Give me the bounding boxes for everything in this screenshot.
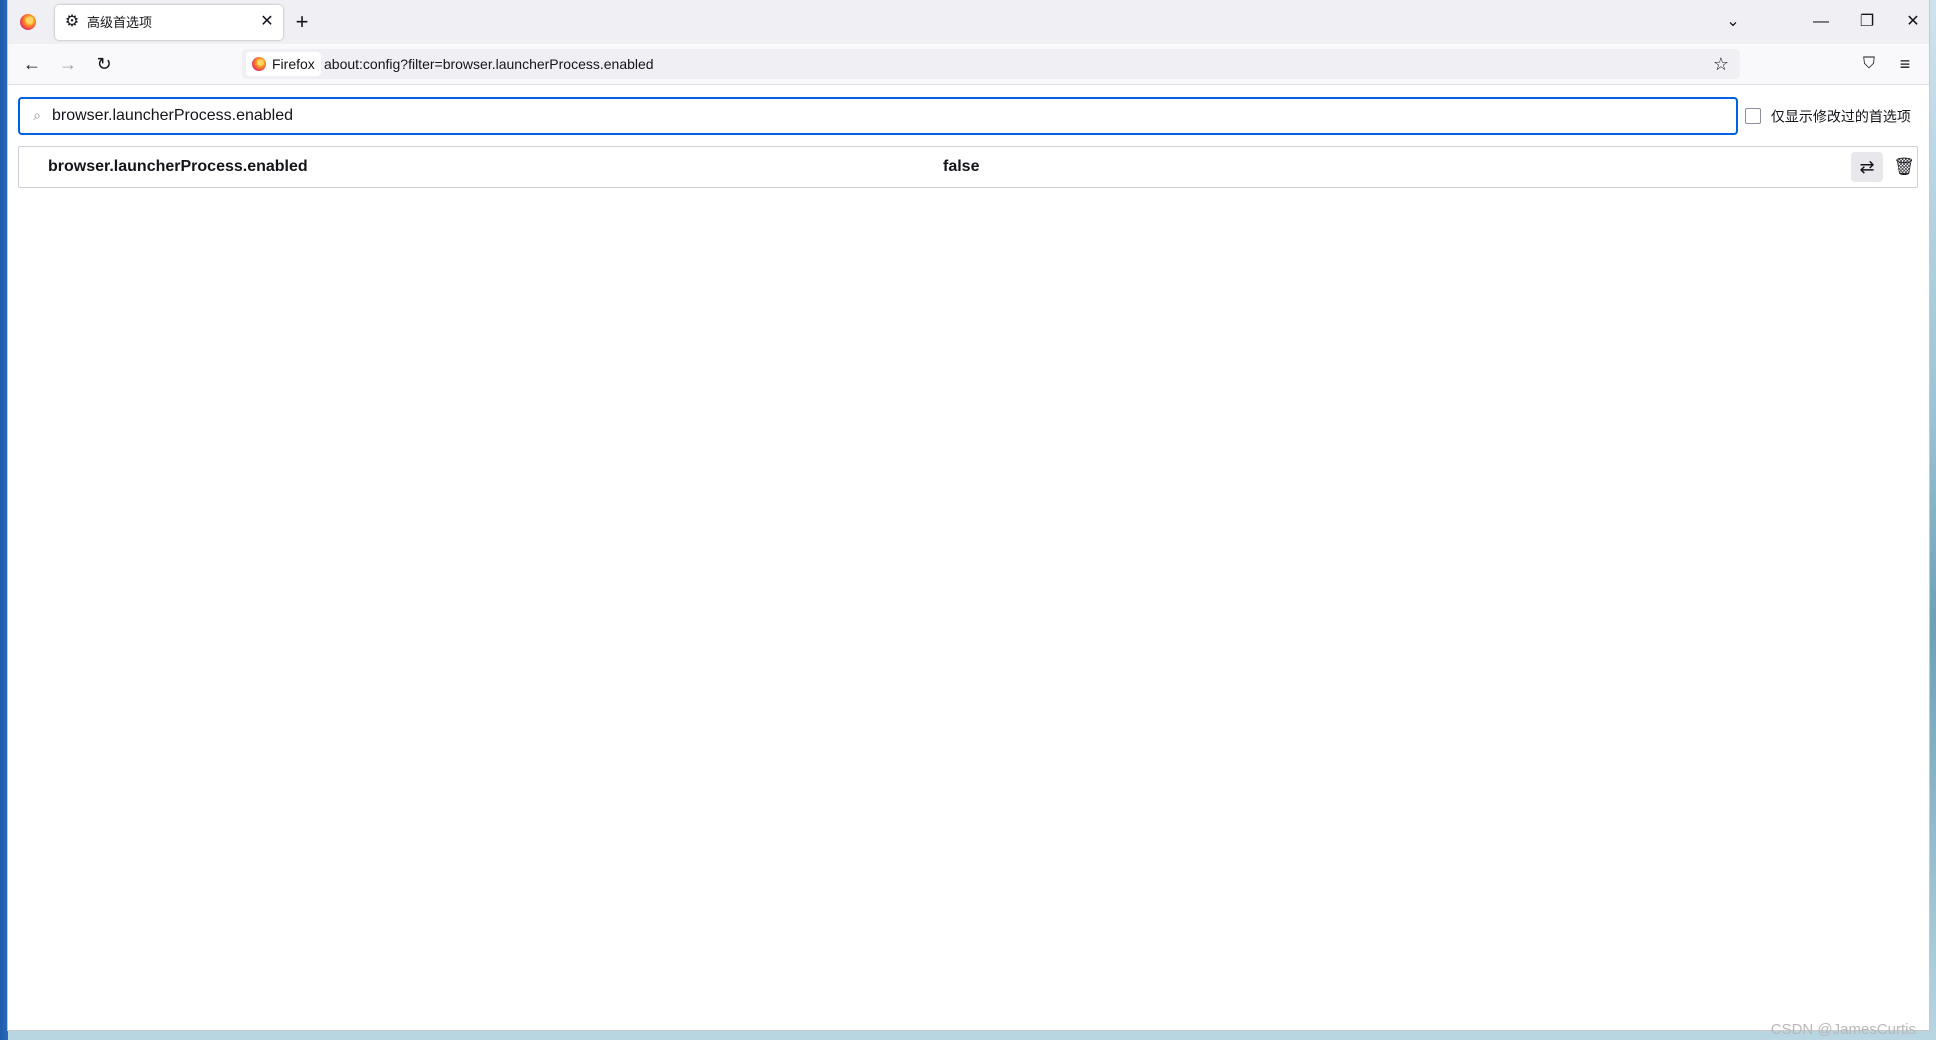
- navigation-toolbar: ← → ↻ Firefox about:config?filter=browse…: [8, 44, 1929, 85]
- identity-box[interactable]: Firefox: [246, 52, 321, 76]
- firefox-logo-icon[interactable]: [20, 14, 36, 30]
- url-text[interactable]: about:config?filter=browser.launcherProc…: [324, 49, 654, 79]
- tab-close-icon[interactable]: ✕: [257, 12, 277, 32]
- back-button[interactable]: ←: [20, 52, 44, 76]
- modified-only-label: 仅显示修改过的首选项: [1770, 108, 1911, 125]
- modified-only-toggle[interactable]: 仅显示修改过的首选项: [1745, 105, 1911, 125]
- about-config-page: ⌕ browser.launcherProcess.enabled 仅显示修改过…: [8, 85, 1929, 1030]
- close-window-button[interactable]: ✕: [1890, 0, 1936, 44]
- minimize-button[interactable]: —: [1798, 0, 1844, 44]
- new-tab-button[interactable]: +: [289, 9, 315, 35]
- pocket-icon[interactable]: ⛉: [1857, 52, 1881, 76]
- browser-window: ⚙ 高级首选项 ✕ + ⌄ — ❐ ✕ ← → ↻ Firefox about:…: [8, 0, 1929, 1030]
- search-value[interactable]: browser.launcherProcess.enabled: [52, 99, 293, 133]
- reload-button[interactable]: ↻: [92, 52, 116, 76]
- restore-button[interactable]: ❐: [1844, 0, 1890, 44]
- chevron-down-icon[interactable]: ⌄: [1721, 10, 1745, 34]
- toggle-icon[interactable]: ⇄: [1851, 152, 1883, 182]
- preference-row: browser.launcherProcess.enabled false ⇄ …: [18, 146, 1918, 188]
- preference-name: browser.launcherProcess.enabled: [48, 158, 308, 175]
- search-icon: ⌕: [33, 107, 41, 123]
- tab-advanced-preferences[interactable]: ⚙ 高级首选项 ✕: [55, 5, 283, 40]
- gear-icon: ⚙: [64, 13, 80, 30]
- forward-button[interactable]: →: [56, 52, 80, 76]
- hamburger-menu-icon[interactable]: ≡: [1893, 52, 1917, 76]
- delete-trash-icon[interactable]: 🗑: [1889, 152, 1919, 182]
- tab-strip: ⚙ 高级首选项 ✕ + ⌄ — ❐ ✕: [8, 0, 1929, 45]
- preference-value[interactable]: false: [943, 147, 979, 187]
- identity-label: Firefox: [272, 56, 315, 72]
- tab-title: 高级首选项: [87, 15, 153, 30]
- url-bar[interactable]: Firefox about:config?filter=browser.laun…: [242, 49, 1740, 79]
- watermark: CSDN @JamesCurtis: [1770, 1021, 1916, 1038]
- firefox-logo-icon: [252, 57, 266, 71]
- search-input[interactable]: ⌕ browser.launcherProcess.enabled: [18, 97, 1738, 135]
- bookmark-star-icon[interactable]: ☆: [1710, 53, 1732, 75]
- modified-only-checkbox[interactable]: [1745, 108, 1761, 125]
